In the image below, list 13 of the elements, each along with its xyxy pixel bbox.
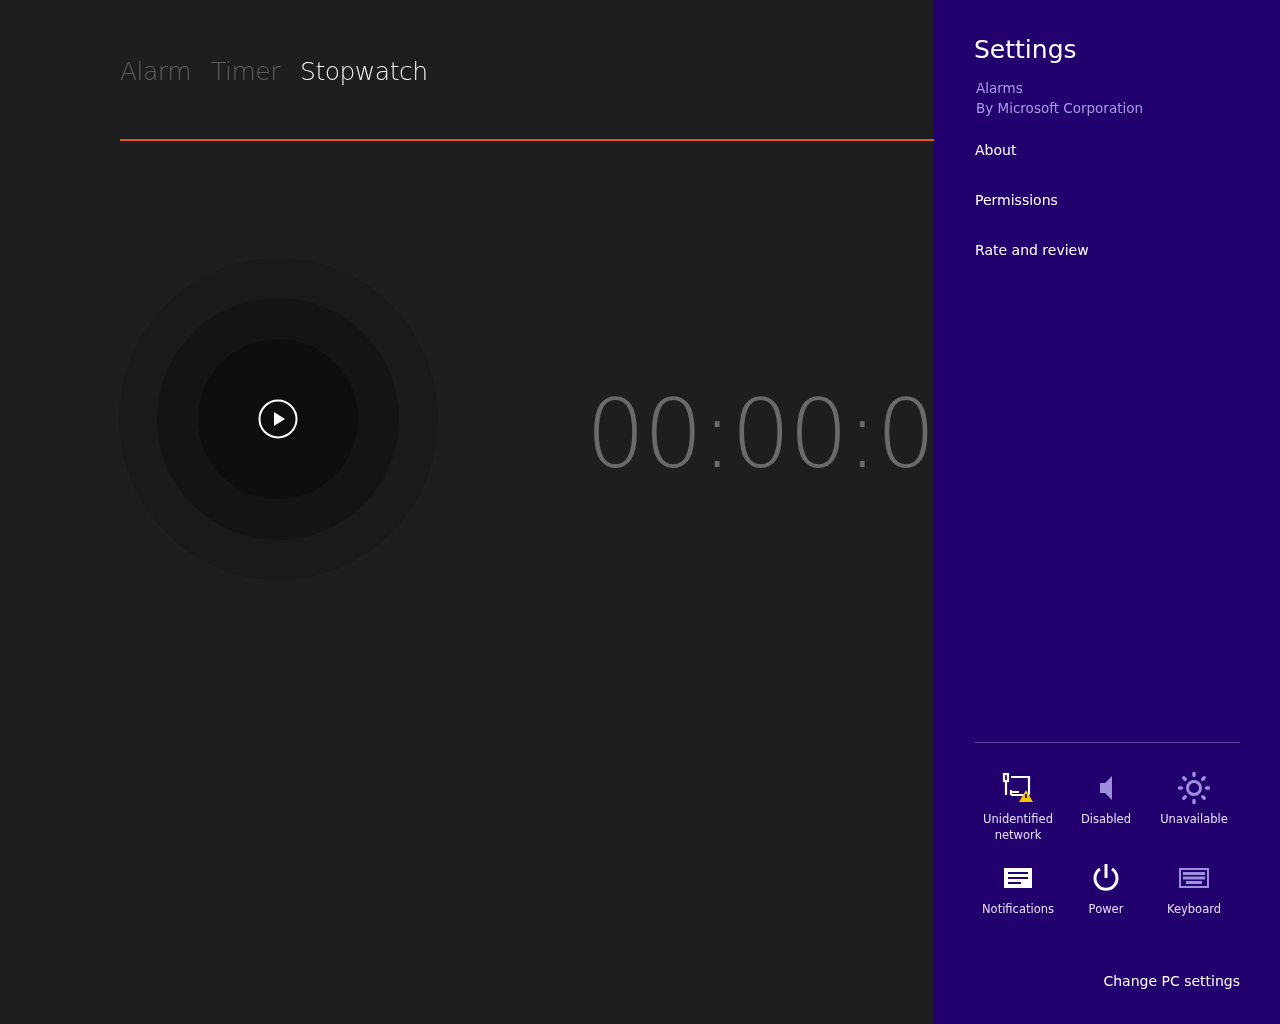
- app-name: Alarms: [976, 79, 1024, 98]
- quick-setting-button[interactable]: Notifications: [974, 861, 1062, 937]
- elapsed-time: 00:00:0: [585, 379, 934, 489]
- settings-menu-item[interactable]: Permissions: [975, 188, 1058, 212]
- settings-menu-item[interactable]: About: [975, 138, 1017, 162]
- pane-title: Settings: [974, 34, 1078, 66]
- tab[interactable]: Stopwatch: [300, 52, 428, 92]
- quick-setting-button[interactable]: Power: [1062, 861, 1150, 937]
- settings-menu-item[interactable]: Rate and review: [975, 238, 1089, 262]
- change-pc-settings-link[interactable]: Change PC settings: [1103, 973, 1240, 989]
- app-publisher: By Microsoft Corporation: [976, 99, 1145, 118]
- play-button[interactable]: [258, 399, 299, 439]
- quick-setting-button[interactable]: Unidentified network: [974, 771, 1062, 847]
